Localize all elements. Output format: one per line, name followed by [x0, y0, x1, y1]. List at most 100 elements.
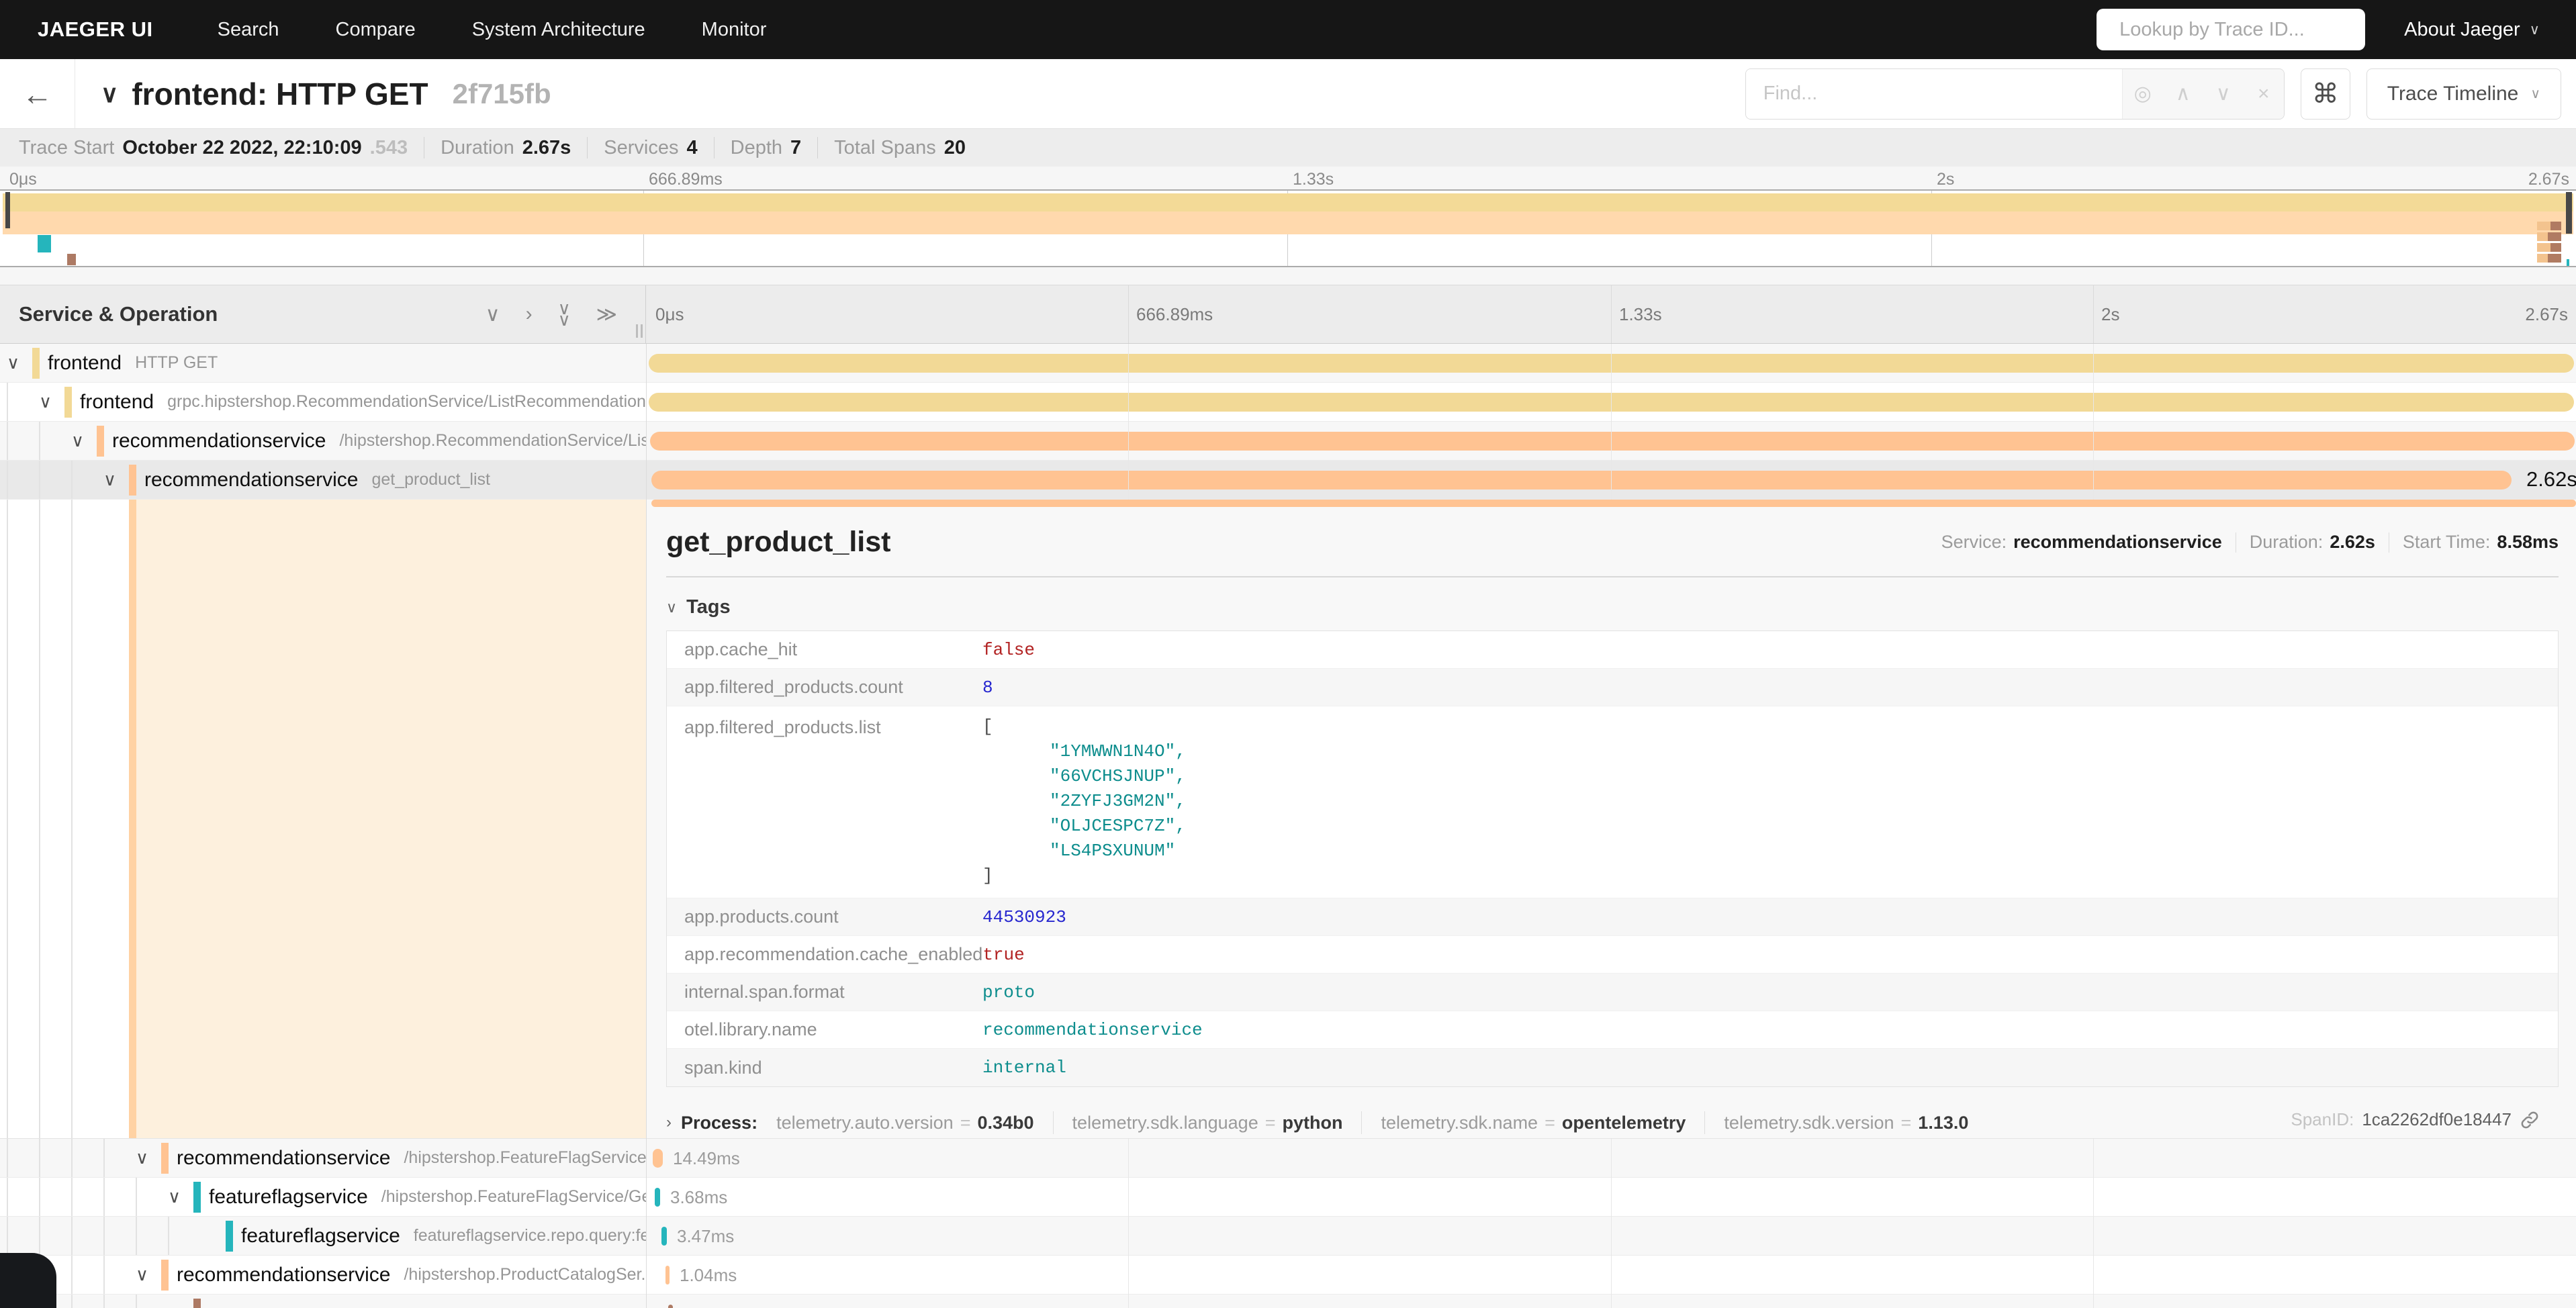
- minimap-right-scrubber[interactable]: [2566, 192, 2572, 234]
- trace-lookup-input[interactable]: [2119, 19, 2373, 41]
- span-duration-label: 3.68ms: [670, 1187, 727, 1208]
- span-row[interactable]: ∨ recommendationservice /hipstershop.Rec…: [0, 422, 2576, 461]
- span-bar[interactable]: [665, 1266, 670, 1284]
- divider: [1053, 1111, 1054, 1134]
- service-color-accent: [161, 1260, 169, 1291]
- find-tools: ◎ ∧ ∨ ×: [2122, 69, 2284, 119]
- find-box: ◎ ∧ ∨ ×: [1745, 68, 2285, 120]
- tag-row: app.filtered_products.list [ "1YMWWN1N4O…: [667, 706, 2558, 898]
- minimap-span-frontend-grpc: [3, 212, 2573, 234]
- span-row-selected[interactable]: ∨ recommendationservice get_product_list…: [0, 461, 2576, 500]
- detail-accent-bar[interactable]: [129, 500, 136, 1138]
- start-time-label: Start Time:: [2403, 532, 2491, 553]
- collapse-all-icon[interactable]: ∨∨: [558, 303, 571, 326]
- divider: [1704, 1111, 1705, 1134]
- tick-line: [2093, 285, 2094, 343]
- back-button[interactable]: ←: [0, 59, 75, 128]
- timeline-tick-3: 2s: [2101, 304, 2119, 325]
- expand-chevron-icon[interactable]: ∨: [136, 1264, 157, 1285]
- find-prev-icon[interactable]: ∧: [2163, 69, 2203, 119]
- span-detail-row: get_product_list Service:recommendations…: [0, 500, 2576, 1139]
- span-service: featureflagservice: [209, 1186, 368, 1209]
- tag-value: internal: [982, 1058, 1066, 1078]
- collapse-one-icon[interactable]: ∨: [486, 303, 500, 326]
- tag-key: span.kind: [667, 1058, 982, 1078]
- duration-label: Duration:: [2250, 532, 2324, 553]
- span-detail-left: [0, 500, 646, 1138]
- trace-meta-bar: Trace Start October 22 2022, 22:10:09.54…: [0, 129, 2576, 167]
- expand-chevron-icon[interactable]: ∨: [71, 430, 93, 451]
- link-icon[interactable]: [2520, 1110, 2540, 1130]
- span-row[interactable]: ∨: [0, 1295, 2576, 1308]
- service-value: recommendationservice: [2013, 532, 2222, 553]
- expand-chevron-icon[interactable]: ∨: [39, 391, 60, 412]
- locate-icon[interactable]: ◎: [2123, 69, 2163, 119]
- column-resizer[interactable]: [636, 324, 643, 338]
- collapse-trace-chevron-icon[interactable]: ∨: [101, 80, 118, 108]
- tags-label: Tags: [686, 596, 731, 618]
- expand-chevron-icon[interactable]: ∨: [168, 1186, 189, 1207]
- service-operation-heading: Service & Operation: [19, 302, 218, 326]
- app-logo[interactable]: JAEGER UI: [38, 17, 153, 42]
- span-duration-label: 14.49ms: [673, 1148, 740, 1169]
- expand-chevron-icon[interactable]: ∨: [7, 353, 28, 373]
- process-item: telemetry.sdk.version = 1.13.0: [1724, 1113, 1968, 1133]
- span-service: recommendationservice: [177, 1264, 390, 1287]
- find-input[interactable]: [1746, 69, 2122, 119]
- expand-one-icon[interactable]: ›: [526, 303, 533, 326]
- span-bar[interactable]: [649, 354, 2574, 373]
- find-next-icon[interactable]: ∨: [2203, 69, 2244, 119]
- minimap-tick-4: 2.67s: [2528, 170, 2569, 189]
- chevron-down-icon: ∨: [2530, 85, 2540, 102]
- nav-item-monitor[interactable]: Monitor: [674, 19, 795, 41]
- span-row[interactable]: ∨ frontend HTTP GET: [0, 344, 2576, 383]
- span-row[interactable]: ∨ recommendationservice /hipstershop.Fea…: [0, 1139, 2576, 1178]
- expand-all-icon[interactable]: ≫: [596, 303, 617, 326]
- span-row[interactable]: ∨ featureflagservice featureflagservice.…: [0, 1217, 2576, 1256]
- tag-value-json: [ "1YMWWN1N4O", "66VCHSJNUP", "2ZYFJ3GM2…: [982, 714, 1186, 888]
- span-bar[interactable]: [655, 1188, 660, 1207]
- process-item: telemetry.sdk.language = python: [1072, 1113, 1343, 1133]
- process-key: telemetry.sdk.language: [1072, 1113, 1258, 1133]
- tag-value: proto: [982, 982, 1035, 1002]
- clear-find-icon[interactable]: ×: [2244, 69, 2284, 119]
- scroll-helper-button[interactable]: [0, 1253, 56, 1308]
- tag-key: app.cache_hit: [667, 639, 982, 660]
- expand-chevron-icon[interactable]: ∨: [136, 1148, 157, 1168]
- total-spans-value: 20: [944, 137, 966, 159]
- process-key: telemetry.sdk.version: [1724, 1113, 1894, 1133]
- expand-chevron-icon[interactable]: ∨: [103, 469, 125, 490]
- tag-row: app.products.count 44530923: [667, 898, 2558, 936]
- span-operation: /hipstershop.FeatureFlagService...: [404, 1148, 646, 1168]
- span-bar[interactable]: [649, 393, 2574, 412]
- process-accordion-toggle[interactable]: › Process: telemetry.auto.version = 0.34…: [666, 1111, 2559, 1134]
- nav-item-search[interactable]: Search: [189, 19, 308, 41]
- minimap-tick-labels: 0μs 666.89ms 1.33s 2s 2.67s: [0, 167, 2576, 189]
- trace-view-selector[interactable]: Trace Timeline ∨: [2366, 68, 2561, 120]
- span-row[interactable]: ∨ featureflagservice /hipstershop.Featur…: [0, 1178, 2576, 1217]
- trace-minimap[interactable]: [0, 189, 2576, 267]
- span-bar[interactable]: [653, 1149, 663, 1168]
- span-bar[interactable]: [650, 432, 2575, 451]
- keyboard-shortcuts-button[interactable]: ⌘: [2301, 68, 2350, 120]
- arrow-left-icon: ←: [22, 76, 53, 112]
- nav-right: About Jaeger ∨: [2097, 9, 2546, 50]
- trace-start-ms: .543: [370, 137, 408, 159]
- span-row[interactable]: ∨ recommendationservice /hipstershop.Pro…: [0, 1256, 2576, 1295]
- span-row[interactable]: ∨ frontend grpc.hipstershop.Recommendati…: [0, 383, 2576, 422]
- span-bar[interactable]: [661, 1227, 667, 1246]
- divider: [1361, 1111, 1362, 1134]
- trace-lookup-box[interactable]: [2097, 9, 2365, 50]
- tree-controls: ∨ › ∨∨ ≫: [486, 303, 617, 326]
- about-jaeger-menu[interactable]: About Jaeger ∨: [2404, 19, 2540, 41]
- trace-start-label: Trace Start: [19, 137, 114, 159]
- nav-item-compare[interactable]: Compare: [308, 19, 444, 41]
- span-bar[interactable]: [651, 471, 2512, 489]
- minimap-left-scrubber[interactable]: [5, 192, 10, 228]
- tag-value: recommendationservice: [982, 1020, 1203, 1040]
- detail-meta: Service:recommendationservice Duration:2…: [1941, 532, 2559, 553]
- span-bar[interactable]: [668, 1305, 673, 1308]
- nav-item-system-architecture[interactable]: System Architecture: [444, 19, 674, 41]
- tags-accordion-toggle[interactable]: ∨ Tags: [666, 596, 2559, 618]
- tag-row: app.filtered_products.count 8: [667, 669, 2558, 706]
